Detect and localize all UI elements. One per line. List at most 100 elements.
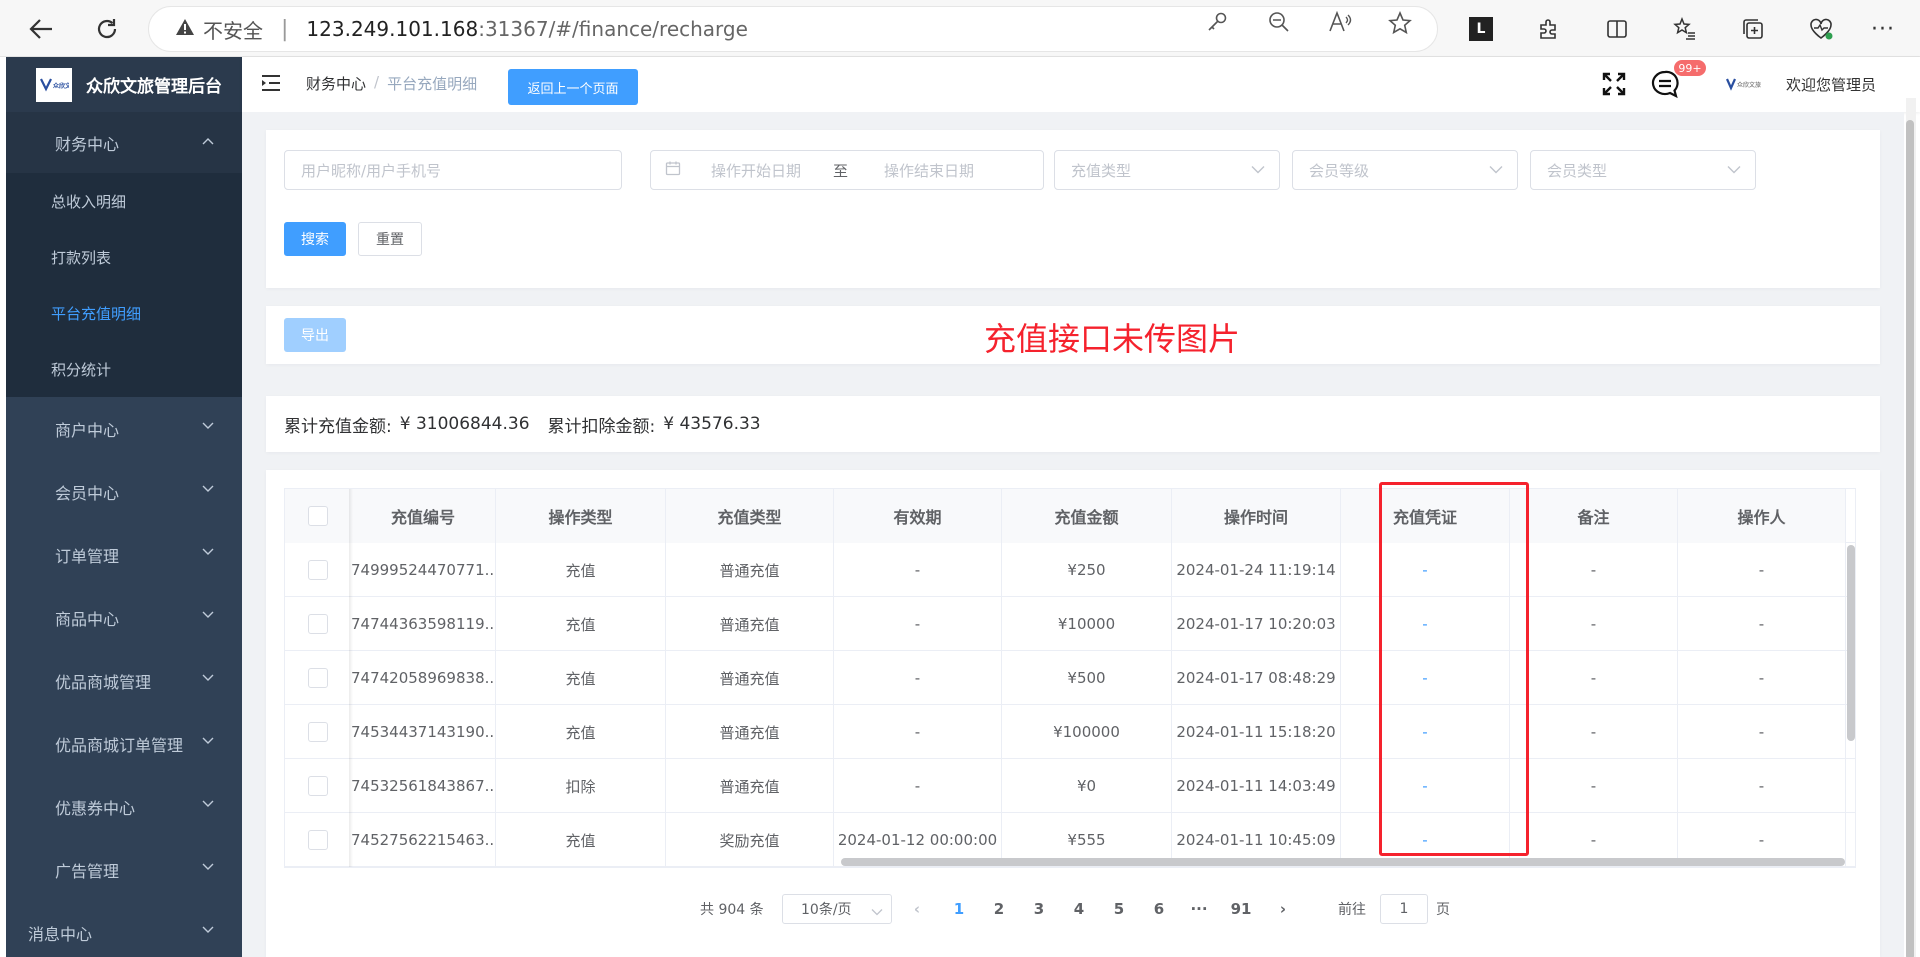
page-size-select[interactable]: 10条/页: [782, 894, 892, 924]
read-aloud-icon[interactable]: [1328, 10, 1352, 39]
select-all-checkbox[interactable]: [308, 506, 328, 526]
select-placeholder: 充值类型: [1071, 161, 1132, 180]
summary-bar: 累计充值金额: ¥ 31006844.36 累计扣除金额: ¥ 43576.33: [266, 396, 1880, 452]
sidebar-menu-coupons[interactable]: 优惠券中心: [6, 775, 242, 838]
page-button[interactable]: 3: [1024, 894, 1054, 924]
split-screen-icon[interactable]: [1600, 12, 1634, 46]
col-header: 操作人: [1678, 489, 1846, 543]
col-header: 操作类型: [496, 489, 666, 543]
address-divider: |: [281, 16, 289, 42]
more-menu-icon[interactable]: ···: [1866, 12, 1900, 46]
chevron-down-icon: [871, 904, 883, 920]
user-search-input[interactable]: 用户昵称/用户手机号: [284, 150, 622, 190]
page-ellipsis[interactable]: ···: [1184, 894, 1214, 924]
row-checkbox[interactable]: [308, 776, 328, 796]
row-checkbox[interactable]: [308, 560, 328, 580]
fullscreen-icon[interactable]: [1602, 71, 1626, 101]
zoom-out-icon[interactable]: [1268, 11, 1290, 39]
vertical-scrollbar[interactable]: [1847, 545, 1855, 741]
sidebar-menu-ads[interactable]: 广告管理: [6, 838, 242, 901]
chevron-down-icon: [1251, 163, 1265, 177]
col-header: 充值编号: [351, 489, 496, 543]
hamburger-icon[interactable]: [260, 73, 282, 97]
row-checkbox[interactable]: [308, 722, 328, 742]
recharge-id: 74534437143190...: [351, 705, 496, 759]
horizontal-scrollbar[interactable]: [841, 858, 1845, 866]
sidebar-menu-finance[interactable]: 财务中心: [6, 112, 242, 173]
row-checkbox[interactable]: [308, 830, 328, 850]
end-date-input[interactable]: 操作结束日期: [884, 160, 974, 181]
browser-essentials-icon[interactable]: [1804, 12, 1838, 46]
amount: ¥0: [1002, 759, 1172, 813]
warning-icon: [175, 17, 195, 42]
recharge-type-select[interactable]: 充值类型: [1054, 150, 1280, 190]
page-button-last[interactable]: 91: [1224, 894, 1258, 924]
pagination-total: 共 904 条: [700, 902, 764, 918]
sidebar-menu-goods[interactable]: 商品中心: [6, 586, 242, 649]
sidebar-item-payout-list[interactable]: 打款列表: [6, 229, 242, 285]
sidebar-menu-merchant[interactable]: 商户中心: [6, 397, 242, 460]
table-row: 74744363598119... 充值 普通充值 - ¥10000 2024-…: [285, 597, 1855, 651]
collections-icon[interactable]: [1736, 12, 1770, 46]
operation-time: 2024-01-11 14:03:49: [1172, 759, 1341, 813]
sidebar-item-points-stats[interactable]: 积分统计: [6, 341, 242, 397]
table-row: 74999524470771... 充值 普通充值 - ¥250 2024-01…: [285, 543, 1855, 597]
sidebar-menu-member[interactable]: 会员中心: [6, 460, 242, 523]
back-arrow-icon[interactable]: [20, 8, 62, 50]
member-type-select[interactable]: 会员类型: [1530, 150, 1756, 190]
export-toolbar: 导出 充值接口未传图片: [266, 306, 1880, 364]
recharge-type: 普通充值: [666, 705, 834, 759]
favorite-star-icon[interactable]: [1388, 10, 1412, 41]
extensions-puzzle-icon[interactable]: [1532, 12, 1566, 46]
favorites-list-icon[interactable]: [1668, 12, 1702, 46]
date-range-picker[interactable]: 操作开始日期 至 操作结束日期: [650, 150, 1044, 190]
sidebar-menu-messages[interactable]: 消息中心: [6, 901, 242, 957]
amount: ¥500: [1002, 651, 1172, 705]
sidebar-menu-orders[interactable]: 订单管理: [6, 523, 242, 586]
page-button[interactable]: 6: [1144, 894, 1174, 924]
member-level-select[interactable]: 会员等级: [1292, 150, 1518, 190]
pagination: 共 904 条 10条/页 ‹ 1 2 3 4 5 6 ··· 91 › 前往 …: [266, 894, 1880, 924]
next-page-button[interactable]: ›: [1268, 894, 1298, 924]
operator: -: [1678, 705, 1846, 759]
reset-button[interactable]: 重置: [358, 222, 422, 256]
recharge-id: 74744363598119...: [351, 597, 496, 651]
total-recharge-label: 累计充值金额:: [284, 416, 392, 437]
sidebar-logo[interactable]: 众欣文旅 众欣文旅管理后台: [6, 57, 242, 112]
breadcrumb-root[interactable]: 财务中心: [306, 73, 366, 94]
goto-page-input[interactable]: 1: [1380, 894, 1428, 924]
search-button[interactable]: 搜索: [284, 222, 346, 256]
address-bar[interactable]: 不安全 | 123.249.101.168:31367/#/finance/re…: [148, 6, 1438, 52]
page-button[interactable]: 2: [984, 894, 1014, 924]
key-icon[interactable]: [1206, 11, 1228, 39]
sidebar-item-platform-recharge[interactable]: 平台充值明细: [6, 285, 242, 341]
start-date-input[interactable]: 操作开始日期: [711, 160, 801, 181]
main-content: 用户昵称/用户手机号 操作开始日期 至 操作结束日期 充值类型 会员等级 会员类…: [242, 98, 1916, 957]
page-button-current[interactable]: 1: [944, 894, 974, 924]
sidebar-item-total-income[interactable]: 总收入明细: [6, 173, 242, 229]
recharge-type: 普通充值: [666, 597, 834, 651]
breadcrumb-separator: /: [374, 73, 380, 91]
back-page-button[interactable]: 返回上一个页面: [508, 69, 638, 105]
refresh-icon[interactable]: [86, 8, 128, 50]
sidebar-menu-label: 会员中心: [55, 483, 120, 503]
extension-l-icon[interactable]: L: [1464, 12, 1498, 46]
annotation-note: 充值接口未传图片: [984, 321, 1241, 357]
sidebar-menu-mall-orders[interactable]: 优品商城订单管理: [6, 712, 242, 775]
page-scrollbar-thumb[interactable]: [1906, 120, 1914, 957]
sidebar-menu-mall[interactable]: 优品商城管理: [6, 649, 242, 712]
recharge-id: 74999524470771...: [351, 543, 496, 597]
chevron-down-icon: [202, 734, 214, 748]
row-checkbox[interactable]: [308, 614, 328, 634]
operator: -: [1678, 651, 1846, 705]
select-placeholder: 会员类型: [1547, 161, 1608, 180]
export-button[interactable]: 导出: [284, 318, 346, 352]
sidebar-menu-label: 优品商城管理: [55, 672, 152, 692]
select-placeholder: 会员等级: [1309, 161, 1370, 180]
page-button[interactable]: 5: [1104, 894, 1134, 924]
avatar[interactable]: 众欣文旅: [1725, 75, 1762, 97]
page-button[interactable]: 4: [1064, 894, 1094, 924]
row-checkbox[interactable]: [308, 668, 328, 688]
recharge-table: 充值编号 操作类型 充值类型 有效期 充值金额 操作时间 充值凭证 备注 操作人…: [284, 488, 1856, 868]
prev-page-button[interactable]: ‹: [902, 894, 932, 924]
